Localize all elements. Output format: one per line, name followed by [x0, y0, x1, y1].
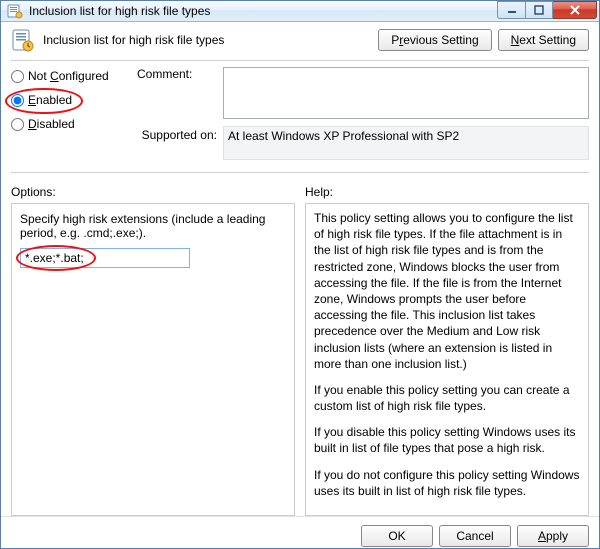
- radio-disabled-label: Disabled: [28, 117, 75, 131]
- dialog-window: Inclusion list for high risk file types: [0, 0, 600, 549]
- help-paragraph: This policy setting allows you to config…: [314, 210, 580, 372]
- help-paragraph: If you enable this policy setting you ca…: [314, 382, 580, 414]
- radio-enabled-input[interactable]: [11, 94, 24, 107]
- maximize-button[interactable]: [525, 1, 553, 19]
- options-label: Options:: [11, 185, 295, 199]
- help-column: Help: This policy setting allows you to …: [305, 185, 589, 516]
- policy-title: Inclusion list for high risk file types: [43, 33, 370, 47]
- comment-textarea[interactable]: [223, 67, 589, 119]
- high-risk-extensions-input[interactable]: [20, 248, 190, 268]
- apply-button[interactable]: Apply: [517, 525, 589, 547]
- app-icon: [7, 3, 23, 19]
- radio-enabled-label: Enabled: [28, 93, 72, 107]
- options-column: Options: Specify high risk extensions (i…: [11, 185, 295, 516]
- titlebar: Inclusion list for high risk file types: [1, 1, 599, 22]
- radio-not-configured[interactable]: Not Configured: [11, 69, 131, 83]
- radio-not-configured-input[interactable]: [11, 70, 24, 83]
- help-paragraph: If you do not configure this policy sett…: [314, 467, 580, 499]
- supported-on-label: Supported on:: [137, 126, 217, 142]
- close-button[interactable]: [553, 1, 597, 19]
- window-controls: [497, 1, 597, 21]
- policy-icon: [11, 28, 35, 52]
- divider: [11, 60, 589, 61]
- radio-disabled[interactable]: Disabled: [11, 117, 131, 131]
- options-description: Specify high risk extensions (include a …: [20, 212, 286, 240]
- radio-not-configured-label: Not Configured: [28, 69, 109, 83]
- footer: OK Cancel Apply: [1, 516, 599, 549]
- supported-on-value: At least Windows XP Professional with SP…: [223, 126, 589, 160]
- divider: [11, 172, 589, 173]
- previous-setting-button[interactable]: Previous Setting: [378, 29, 491, 51]
- header-row: Inclusion list for high risk file types …: [11, 28, 589, 52]
- window-title: Inclusion list for high risk file types: [29, 4, 497, 18]
- cancel-button[interactable]: Cancel: [439, 525, 511, 547]
- next-setting-button[interactable]: Next Setting: [498, 29, 589, 51]
- comment-label: Comment:: [137, 67, 217, 81]
- ok-button[interactable]: OK: [361, 525, 433, 547]
- radio-enabled[interactable]: Enabled: [11, 93, 131, 107]
- radio-disabled-input[interactable]: [11, 118, 24, 131]
- config-panel: Not Configured Enabled Disabled Comment:…: [11, 67, 589, 164]
- help-paragraph: If you disable this policy setting Windo…: [314, 424, 580, 456]
- options-panel: Specify high risk extensions (include a …: [11, 203, 295, 516]
- help-label: Help:: [305, 185, 589, 199]
- minimize-button[interactable]: [497, 1, 525, 19]
- help-panel[interactable]: This policy setting allows you to config…: [305, 203, 589, 516]
